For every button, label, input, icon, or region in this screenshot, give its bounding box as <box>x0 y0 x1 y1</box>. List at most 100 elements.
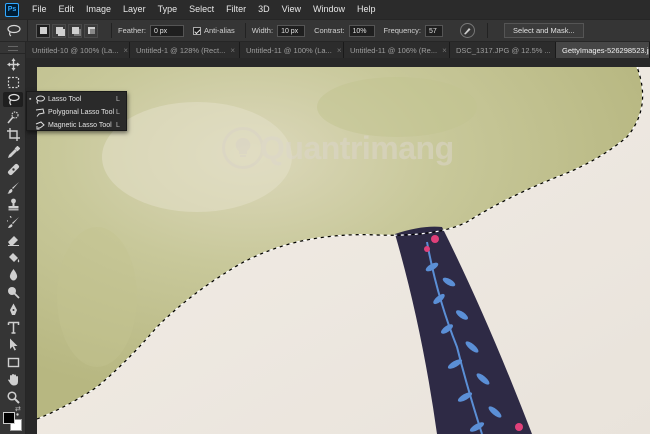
type-tool[interactable] <box>3 320 23 335</box>
dodge-tool[interactable] <box>3 285 23 300</box>
menu-filter[interactable]: Filter <box>220 0 252 19</box>
path-select-icon <box>9 338 17 351</box>
blur-tool[interactable] <box>3 267 23 282</box>
tab-untitled-1[interactable]: Untitled-1 @ 128% (Rect... × <box>130 42 240 58</box>
blur-icon <box>9 269 17 281</box>
menu-edit[interactable]: Edit <box>53 0 81 19</box>
pen-pressure-button[interactable] <box>460 23 476 38</box>
history-brush-icon <box>6 216 19 228</box>
pen-pressure-icon <box>464 28 471 35</box>
tab-dsc-1317[interactable]: DSC_1317.JPG @ 12.5% ...× <box>450 42 556 58</box>
zoom-tool[interactable] <box>3 390 23 405</box>
photoshop-window: Ps File Edit Image Layer Type Select Fil… <box>0 0 650 434</box>
shortcut-key: L <box>116 121 120 129</box>
menu-image[interactable]: Image <box>80 0 117 19</box>
foreground-color-swatch[interactable] <box>3 412 15 424</box>
anti-alias-label: Anti-alias <box>203 26 235 35</box>
width-input[interactable]: 10 px <box>277 24 306 37</box>
lasso-tools-flyout: ▪ Lasso Tool L Polygonal Lasso Tool L Ma… <box>26 91 127 131</box>
flyout-label: Lasso Tool <box>48 95 82 103</box>
divider <box>111 23 112 38</box>
rectangle-icon <box>7 357 19 368</box>
pen-icon <box>9 303 17 315</box>
new-selection-button[interactable] <box>36 23 50 38</box>
tab-untitled-11-b[interactable]: Untitled-11 @ 106% (Re... × <box>344 42 450 58</box>
move-icon <box>6 58 20 71</box>
eraser-tool[interactable] <box>3 232 23 247</box>
tab-label: Untitled-11 @ 106% (Re... <box>350 45 438 55</box>
photoshop-logo: Ps <box>5 2 19 17</box>
healing-brush-tool[interactable] <box>3 162 23 177</box>
marquee-icon <box>7 76 19 89</box>
tab-untitled-10[interactable]: Untitled-10 @ 100% (La... × <box>26 42 130 58</box>
shortcut-key: L <box>116 95 120 103</box>
tab-label: DSC_1317.JPG @ 12.5% ... <box>456 45 551 55</box>
menu-window[interactable]: Window <box>307 0 351 19</box>
watermark-text: Quantrimang <box>260 129 454 166</box>
feather-input[interactable]: 0 px <box>149 24 184 37</box>
menu-bar: Ps File Edit Image Layer Type Select Fil… <box>0 0 650 19</box>
flyout-item-polygonal-lasso[interactable]: Polygonal Lasso Tool L <box>27 106 126 118</box>
pen-tool[interactable] <box>3 302 23 317</box>
tab-gettyimages[interactable]: GettyImages-526298523.jpg <box>556 42 650 58</box>
menu-type[interactable]: Type <box>152 0 184 19</box>
tab-untitled-11[interactable]: Untitled-11 @ 100% (La... × <box>240 42 344 58</box>
flyout-item-lasso[interactable]: ▪ Lasso Tool L <box>27 93 126 105</box>
clone-stamp-tool[interactable] <box>3 197 23 212</box>
width-label: Width: <box>251 26 274 35</box>
brush-icon <box>7 182 19 194</box>
tab-label: Untitled-1 @ 128% (Rect... <box>136 45 226 55</box>
hand-tool[interactable] <box>3 372 23 387</box>
path-selection-tool[interactable] <box>3 337 23 352</box>
anti-alias-checkbox[interactable] <box>192 26 201 35</box>
rectangle-tool[interactable] <box>3 355 23 370</box>
frequency-input[interactable]: 57 <box>425 24 444 37</box>
intersect-selection-button[interactable] <box>84 23 98 38</box>
close-icon[interactable]: × <box>442 43 447 58</box>
paint-bucket-icon <box>8 253 19 263</box>
swap-colors-icon[interactable]: ⇄ <box>15 405 21 413</box>
add-to-selection-button[interactable] <box>52 23 66 38</box>
type-icon <box>7 321 19 334</box>
watermark: Quantrimang <box>222 127 454 169</box>
flyout-label: Magnetic Lasso Tool <box>48 121 112 129</box>
close-icon[interactable]: × <box>230 43 235 58</box>
menu-select[interactable]: Select <box>183 0 220 19</box>
clone-stamp-icon <box>8 198 18 211</box>
history-brush-tool[interactable] <box>3 215 23 230</box>
menu-3d[interactable]: 3D <box>252 0 276 19</box>
divider <box>487 23 489 38</box>
quick-select-tool[interactable] <box>3 110 23 125</box>
move-tool[interactable] <box>3 57 23 72</box>
shortcut-key: L <box>116 108 120 116</box>
contrast-label: Contrast: <box>314 26 345 35</box>
close-icon[interactable]: × <box>123 43 128 58</box>
crop-tool[interactable] <box>3 127 23 142</box>
menu-help[interactable]: Help <box>351 0 382 19</box>
lightbulb-icon <box>222 127 264 169</box>
quick-select-icon <box>6 111 19 124</box>
frequency-label: Frequency: <box>383 26 422 35</box>
brush-tool[interactable] <box>3 180 23 195</box>
eyedropper-tool[interactable] <box>3 145 23 160</box>
tools-panel <box>0 42 26 434</box>
polygonal-lasso-icon <box>35 107 45 117</box>
select-and-mask-button[interactable]: Select and Mask... <box>504 23 584 38</box>
tools-panel-header[interactable] <box>0 42 25 54</box>
menu-file[interactable]: File <box>26 0 53 19</box>
flyout-item-magnetic-lasso[interactable]: Magnetic Lasso Tool L <box>27 119 126 131</box>
magnetic-lasso-icon <box>35 120 45 129</box>
contrast-input[interactable]: 10% <box>348 24 375 37</box>
lasso-icon <box>7 93 20 106</box>
menu-layer[interactable]: Layer <box>117 0 152 19</box>
tool-preset-picker[interactable] <box>0 20 28 41</box>
document-canvas[interactable]: Quantrimang <box>37 67 650 434</box>
lasso-tool[interactable] <box>3 92 23 107</box>
paint-bucket-tool[interactable] <box>3 250 23 265</box>
close-icon[interactable]: × <box>337 43 342 58</box>
tab-label: GettyImages-526298523.jpg <box>562 45 650 55</box>
menu-view[interactable]: View <box>276 0 307 19</box>
subtract-from-selection-button[interactable] <box>68 23 82 38</box>
marquee-tool[interactable] <box>3 75 23 90</box>
tab-label: Untitled-10 @ 100% (La... <box>32 45 119 55</box>
